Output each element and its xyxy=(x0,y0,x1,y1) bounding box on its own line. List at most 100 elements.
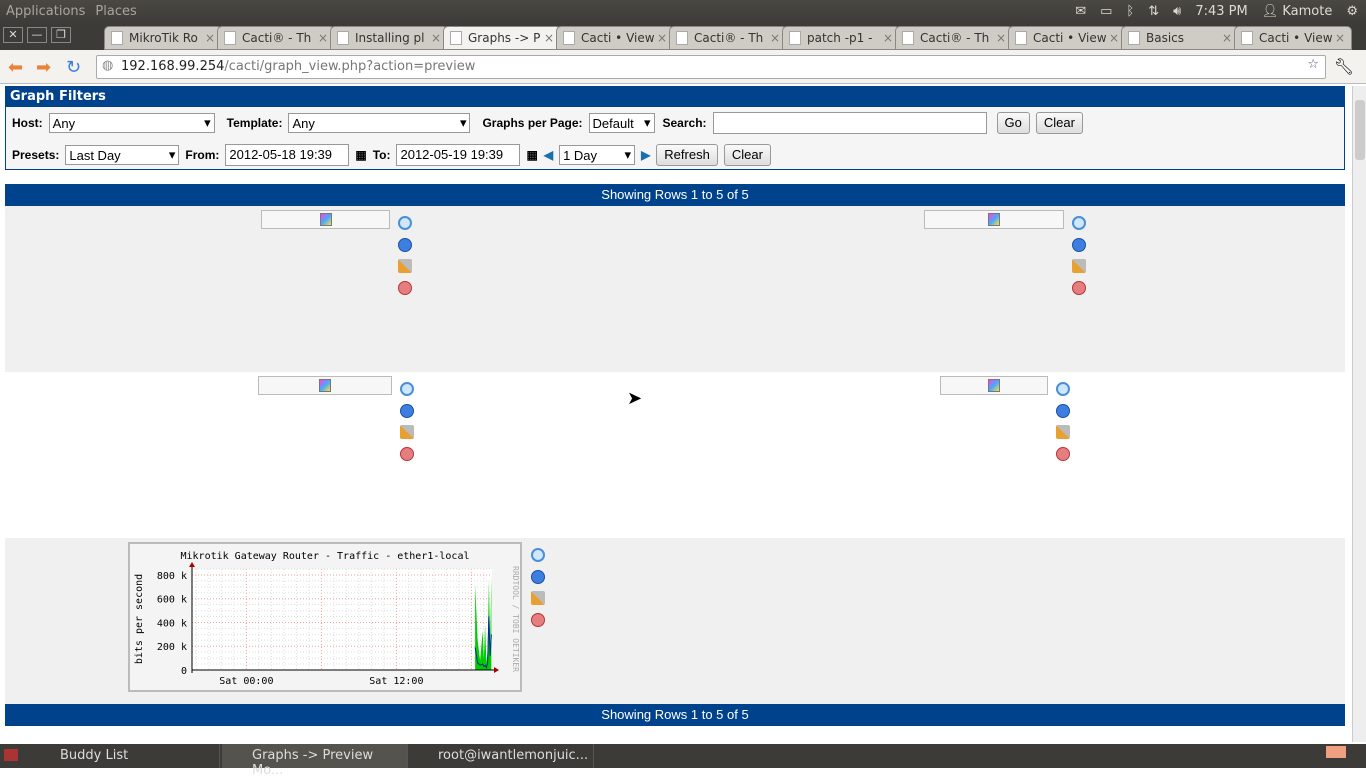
forward-button[interactable]: ➡ xyxy=(36,57,51,78)
broken-graph-image[interactable] xyxy=(258,376,392,395)
power-icon[interactable]: ⚙ xyxy=(1346,4,1358,19)
close-tab-icon[interactable]: × xyxy=(1335,31,1345,45)
close-tab-icon[interactable]: × xyxy=(996,31,1006,45)
graph-properties-icon[interactable] xyxy=(1072,259,1086,273)
places-menu[interactable]: Places xyxy=(95,4,136,19)
timespan-select[interactable]: 1 Day ▾ xyxy=(559,145,636,165)
graph-actions xyxy=(398,216,414,302)
browser-tab[interactable]: MikroTik Ro × xyxy=(104,26,222,50)
shift-right-icon[interactable]: ▶ xyxy=(641,148,650,162)
system-top-panel: Applications Places ✉ ▭ ᛒ ⇅ 🔊︎ 7:43 PM 👤︎ Kam… xyxy=(0,0,1366,24)
close-tab-icon[interactable]: × xyxy=(770,31,780,45)
browser-toolbar: ⬅ ➡ ↻ ◍ 192.168.99.254/cacti/graph_view.p… xyxy=(0,50,1366,84)
volume-icon[interactable]: 🔊︎ xyxy=(1173,4,1181,19)
reload-button[interactable]: ↻ xyxy=(66,57,81,78)
favicon-icon xyxy=(337,31,349,45)
bookmark-star-icon[interactable]: ☆ xyxy=(1307,57,1319,72)
show-desktop-icon[interactable] xyxy=(4,749,18,761)
scrollbar-thumb[interactable] xyxy=(1355,100,1365,160)
taskbar-item-terminal[interactable]: root@iwantlemonjuic... xyxy=(408,744,594,768)
export-csv-icon[interactable] xyxy=(531,569,545,584)
delete-graph-icon[interactable] xyxy=(1056,446,1070,461)
go-button[interactable]: Go xyxy=(996,112,1030,134)
browser-tab[interactable]: Cacti • View × xyxy=(556,26,674,50)
tab-strip: ✕ — ❐ MikroTik Ro × Cacti® - Th × Installing p… xyxy=(0,24,1366,50)
calendar-icon[interactable]: ▦ xyxy=(355,148,366,162)
bluetooth-icon[interactable]: ᛒ xyxy=(1126,4,1134,19)
close-tab-icon[interactable]: × xyxy=(205,31,215,45)
close-tab-icon[interactable]: × xyxy=(544,31,554,45)
applications-menu[interactable]: Applications xyxy=(6,4,85,19)
browser-tab[interactable]: Basics × xyxy=(1121,26,1239,50)
clear-times-button[interactable]: Clear xyxy=(723,144,771,166)
graph-properties-icon[interactable] xyxy=(1056,425,1070,439)
browser-tab[interactable]: Cacti® - Th × xyxy=(895,26,1013,50)
vertical-scrollbar[interactable] xyxy=(1352,86,1366,742)
zoom-graph-icon[interactable] xyxy=(398,216,412,230)
browser-tab[interactable]: Cacti • View × xyxy=(1234,26,1352,50)
export-csv-icon[interactable] xyxy=(400,403,414,418)
close-tab-icon[interactable]: × xyxy=(883,31,893,45)
graphs-per-page-select[interactable]: Default ▾ xyxy=(588,113,655,133)
wrench-menu-icon[interactable]: 🔧︎ xyxy=(1334,57,1354,76)
presets-select[interactable]: Last Day ▾ xyxy=(65,145,180,165)
zoom-graph-icon[interactable] xyxy=(400,382,414,396)
close-window-button[interactable]: ✕ xyxy=(3,27,23,43)
zoom-graph-icon[interactable] xyxy=(1056,382,1070,396)
taskbar-item-buddy-list[interactable]: Buddy List xyxy=(30,744,220,768)
favicon-icon xyxy=(902,31,914,45)
graph-properties-icon[interactable] xyxy=(400,425,414,439)
browser-tab[interactable]: Graphs -> P × xyxy=(443,26,561,50)
x-tick-label: Sat 12:00 xyxy=(369,676,423,687)
delete-graph-icon[interactable] xyxy=(531,612,545,627)
export-csv-icon[interactable] xyxy=(1056,403,1070,418)
close-tab-icon[interactable]: × xyxy=(318,31,328,45)
refresh-button[interactable]: Refresh xyxy=(656,144,718,166)
broken-graph-image[interactable] xyxy=(261,210,390,229)
battery-icon[interactable]: ▭ xyxy=(1100,4,1112,19)
clock[interactable]: 7:43 PM xyxy=(1195,4,1247,19)
filters-title: Graph Filters xyxy=(6,87,1344,107)
user-menu[interactable]: 👤︎ Kamote xyxy=(1262,4,1333,19)
to-input[interactable]: 2012-05-19 19:39 xyxy=(396,144,521,166)
browser-tab[interactable]: Installing pl × xyxy=(330,26,448,50)
address-bar[interactable]: ◍ 192.168.99.254/cacti/graph_view.php?act… xyxy=(96,55,1326,79)
graph-row: ➤ xyxy=(5,372,1345,538)
template-select[interactable]: Any ▾ xyxy=(288,113,471,133)
graph-properties-icon[interactable] xyxy=(531,591,545,605)
browser-tab[interactable]: patch -p1 - × xyxy=(782,26,900,50)
export-csv-icon[interactable] xyxy=(1072,237,1086,252)
close-tab-icon[interactable]: × xyxy=(431,31,441,45)
clear-button[interactable]: Clear xyxy=(1035,112,1083,134)
broken-graph-image[interactable] xyxy=(924,210,1064,229)
close-tab-icon[interactable]: × xyxy=(1109,31,1119,45)
taskbar-item-browser[interactable]: Graphs -> Preview Mo... xyxy=(222,744,408,778)
graph-properties-icon[interactable] xyxy=(398,259,412,273)
restore-window-button[interactable]: ❐ xyxy=(51,27,71,43)
close-tab-icon[interactable]: × xyxy=(1222,31,1232,45)
search-input[interactable] xyxy=(712,112,987,134)
delete-graph-icon[interactable] xyxy=(398,280,412,295)
calendar-icon[interactable]: ▦ xyxy=(526,148,537,162)
minimize-window-button[interactable]: — xyxy=(27,27,47,43)
export-csv-icon[interactable] xyxy=(398,237,412,252)
close-tab-icon[interactable]: × xyxy=(657,31,667,45)
trash-icon[interactable] xyxy=(1326,746,1346,758)
mail-icon[interactable]: ✉ xyxy=(1075,4,1086,19)
host-select[interactable]: Any ▾ xyxy=(48,113,215,133)
broken-graph-image[interactable] xyxy=(940,376,1048,395)
network-icon[interactable]: ⇅ xyxy=(1148,4,1159,19)
shift-left-icon[interactable]: ◀ xyxy=(544,148,553,162)
back-button[interactable]: ⬅ xyxy=(8,57,23,78)
favicon-icon xyxy=(224,31,236,45)
delete-graph-icon[interactable] xyxy=(400,446,414,461)
delete-graph-icon[interactable] xyxy=(1072,280,1086,295)
zoom-graph-icon[interactable] xyxy=(1072,216,1086,230)
browser-tab[interactable]: Cacti® - Th × xyxy=(217,26,335,50)
zoom-graph-icon[interactable] xyxy=(531,548,545,562)
traffic-graph[interactable]: Mikrotik Gateway Router - Traffic - ethe… xyxy=(128,542,522,692)
browser-tab[interactable]: Cacti® - Th × xyxy=(669,26,787,50)
y-axis-arrow xyxy=(189,562,195,567)
browser-tab[interactable]: Cacti • View × xyxy=(1008,26,1126,50)
from-input[interactable]: 2012-05-18 19:39 xyxy=(225,144,350,166)
